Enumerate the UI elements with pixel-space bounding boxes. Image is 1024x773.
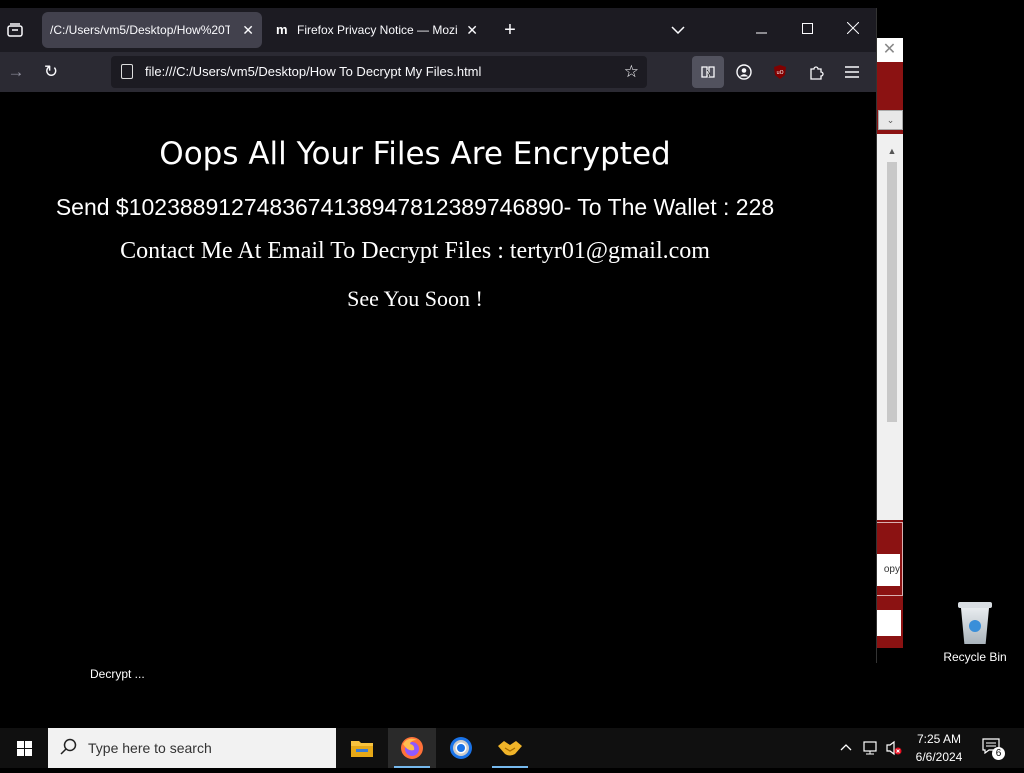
tab-overview-icon[interactable] xyxy=(2,8,28,52)
list-all-tabs-chevron-icon[interactable] xyxy=(664,8,692,52)
handshake-app-icon[interactable] xyxy=(486,728,534,768)
copy-button[interactable]: opy xyxy=(876,554,900,586)
background-window-panel: opy xyxy=(876,520,903,648)
background-window-header xyxy=(876,62,903,72)
tab-label: /C:/Users/vm5/Desktop/How%20To xyxy=(50,23,230,37)
system-clock[interactable]: 7:25 AM 6/6/2024 xyxy=(904,730,974,766)
close-window-icon[interactable] xyxy=(838,8,868,52)
svg-text:uO: uO xyxy=(776,70,783,76)
recycle-bin-shortcut[interactable]: Recycle Bin xyxy=(940,600,1010,664)
background-window: ✕ ⌄ ▲ ▼ opy xyxy=(876,38,903,648)
forward-arrow-icon[interactable]: → xyxy=(0,56,32,88)
tab-bar: /C:/Users/vm5/Desktop/How%20To ✕ m Firef… xyxy=(0,8,876,52)
clock-date: 6/6/2024 xyxy=(915,750,963,764)
show-hidden-icons-chevron-icon[interactable] xyxy=(840,739,852,754)
ublock-origin-icon[interactable]: uO xyxy=(764,56,796,88)
page-content: Oops All Your Files Are Encrypted Send $… xyxy=(0,92,876,663)
chrome-icon[interactable] xyxy=(437,728,485,768)
mozilla-m-icon: m xyxy=(276,22,288,37)
background-window-dropdown-area: ⌄ xyxy=(876,72,903,134)
reload-icon[interactable]: ↻ xyxy=(35,56,67,88)
tab-decrypt-page[interactable]: /C:/Users/vm5/Desktop/How%20To ✕ xyxy=(42,12,262,48)
page-icon xyxy=(121,64,133,79)
background-window-scrollbar[interactable]: ▲ ▼ xyxy=(883,138,901,550)
ransom-heading: Oops All Your Files Are Encrypted xyxy=(159,136,671,172)
tab-label: Firefox Privacy Notice — Mozill xyxy=(297,23,457,37)
tab-close-icon[interactable]: ✕ xyxy=(466,12,478,48)
taskbar: Type here to search 7:25 AM 6/6/2024 6 xyxy=(0,728,1024,768)
notification-count-badge: 6 xyxy=(992,747,1005,760)
extensions-puzzle-icon[interactable] xyxy=(800,56,832,88)
notification-center-icon[interactable]: 6 xyxy=(982,738,1006,760)
firefox-icon[interactable] xyxy=(388,728,436,768)
bookmark-star-icon[interactable]: ☆ xyxy=(624,56,639,88)
navigation-toolbar: → ↻ file:///C:/Users/vm5/Desktop/How To … xyxy=(0,52,876,92)
new-tab-button[interactable]: + xyxy=(496,8,524,52)
background-window-field[interactable] xyxy=(876,610,901,636)
file-explorer-icon[interactable] xyxy=(338,728,386,768)
desktop-file-label[interactable]: Decrypt ... xyxy=(90,667,145,681)
url-text[interactable]: file:///C:/Users/vm5/Desktop/How To Decr… xyxy=(145,56,481,88)
tab-close-icon[interactable]: ✕ xyxy=(242,12,254,48)
account-icon[interactable] xyxy=(728,56,760,88)
start-button[interactable] xyxy=(0,728,48,768)
ransom-farewell: See You Soon ! xyxy=(347,286,483,311)
reader-view-icon[interactable] xyxy=(692,56,724,88)
scrollbar-thumb[interactable] xyxy=(887,162,897,422)
taskbar-search-box[interactable]: Type here to search xyxy=(48,728,336,768)
clock-time: 7:25 AM xyxy=(916,732,962,746)
firefox-window: /C:/Users/vm5/Desktop/How%20To ✕ m Firef… xyxy=(0,8,877,663)
windows-logo-icon xyxy=(17,741,32,756)
tab-firefox-privacy[interactable]: m Firefox Privacy Notice — Mozill ✕ xyxy=(266,12,486,48)
scroll-up-icon[interactable]: ▲ xyxy=(883,144,901,158)
dropdown-chevron-icon[interactable]: ⌄ xyxy=(878,110,903,130)
background-window-close-icon[interactable]: ✕ xyxy=(876,38,903,62)
volume-muted-icon[interactable] xyxy=(885,740,903,759)
ransom-contact-line: Contact Me At Email To Decrypt Files : t… xyxy=(120,238,710,264)
recycle-bin-icon xyxy=(958,602,992,644)
maximize-icon[interactable] xyxy=(792,8,822,52)
search-icon xyxy=(60,738,77,755)
network-icon[interactable] xyxy=(862,740,880,759)
search-placeholder: Type here to search xyxy=(88,740,212,756)
minimize-icon[interactable] xyxy=(746,8,776,52)
recycle-bin-label: Recycle Bin xyxy=(943,650,1007,664)
ransom-payment-line: Send $1023889127483674138947812389746890… xyxy=(55,194,775,220)
address-bar[interactable]: file:///C:/Users/vm5/Desktop/How To Decr… xyxy=(111,56,647,88)
hamburger-menu-icon[interactable] xyxy=(836,56,868,88)
